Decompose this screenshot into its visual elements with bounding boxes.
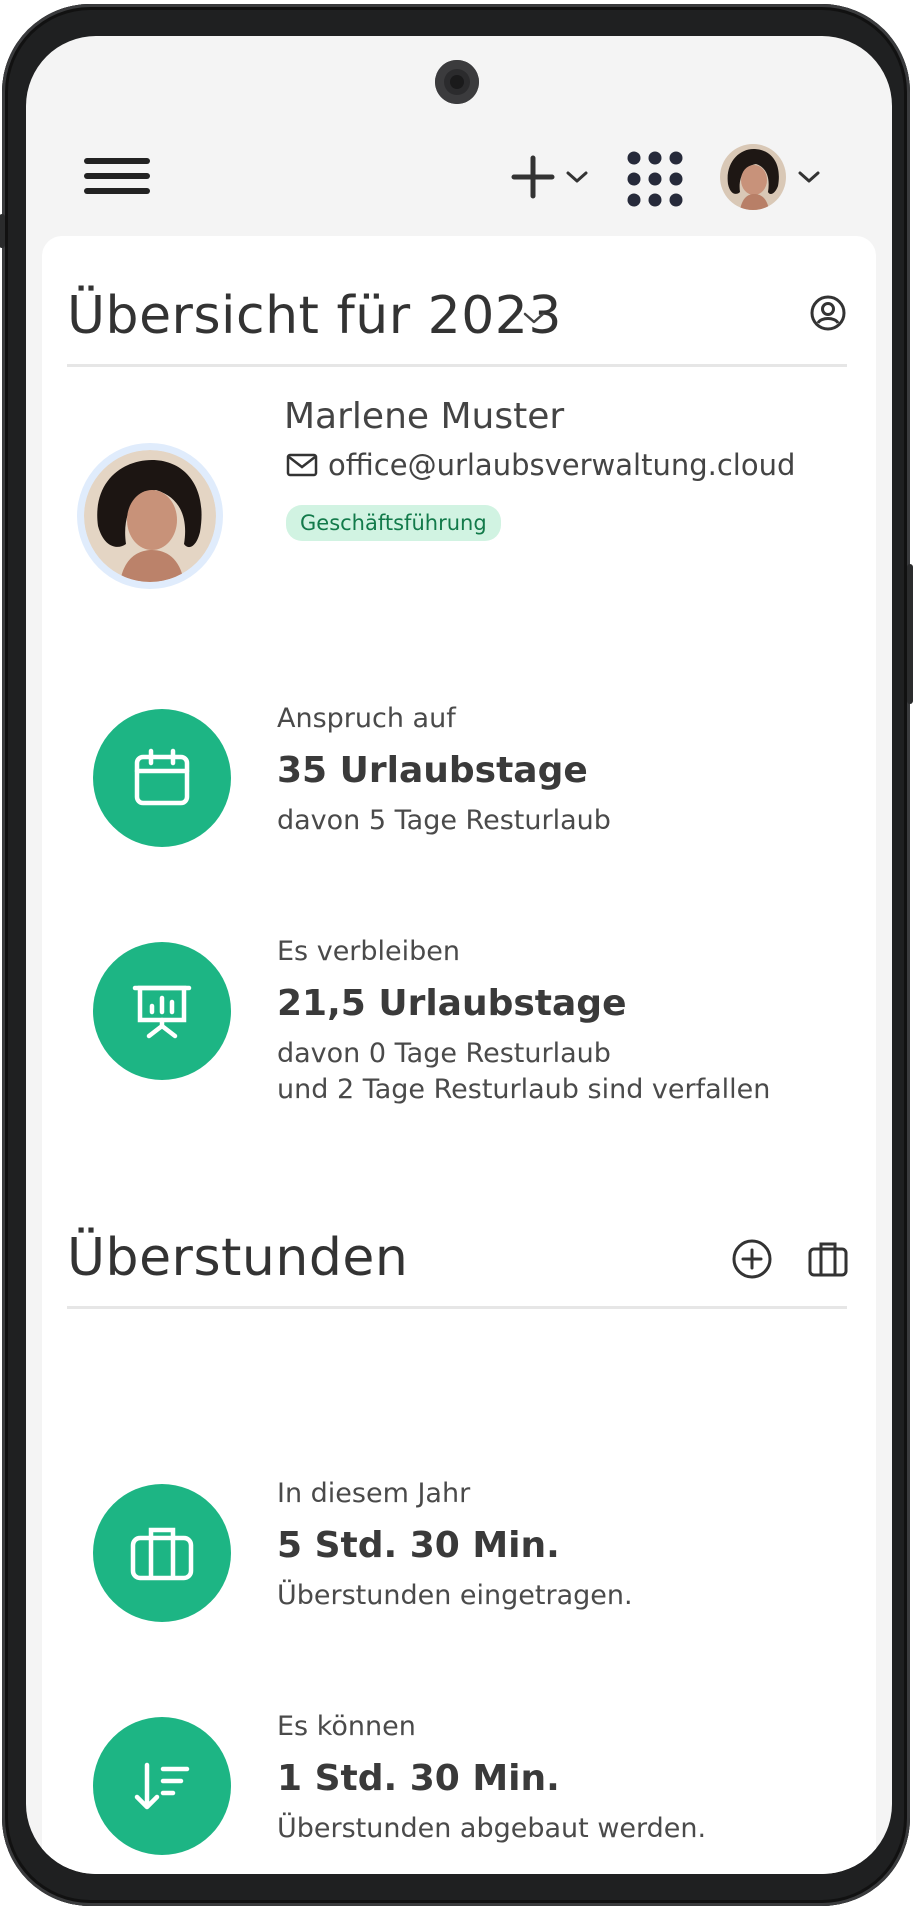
role-badge: Geschäftsführung	[286, 505, 501, 541]
top-app-bar	[26, 136, 892, 216]
overview-header: Übersicht für 2023	[67, 286, 847, 367]
phone-frame: Übersicht für 2023 Marlene Muster office…	[0, 4, 913, 1906]
stat-label: In diesem Jahr	[277, 1478, 471, 1509]
front-camera	[435, 60, 479, 104]
overtime-this-year: In diesem Jahr 5 Std. 30 Min. Überstunde…	[277, 1476, 633, 1614]
calendar-icon	[134, 748, 190, 806]
avatar	[77, 443, 223, 589]
avatar	[720, 144, 786, 210]
overtime-reducible: Es können 1 Std. 30 Min. Überstunden abg…	[277, 1709, 706, 1847]
stat-detail: Überstunden abgebaut werden.	[277, 1813, 707, 1844]
person-email: office@urlaubsverwaltung.cloud	[328, 448, 796, 482]
presentation-chart-icon	[132, 985, 192, 1039]
page-title: Übersicht für 2023	[67, 286, 562, 346]
briefcase-icon	[130, 1527, 194, 1581]
stat-label: Es können	[277, 1711, 416, 1742]
plus-circle-icon[interactable]	[731, 1238, 773, 1280]
vacation-remaining: Es verbleiben 21,5 Urlaubstage davon 0 T…	[277, 934, 770, 1108]
stat-value: 5 Std. 30 Min.	[277, 1525, 560, 1566]
stat-icon-circle	[93, 709, 231, 847]
grid-apps-icon[interactable]	[624, 148, 686, 210]
user-menu-button[interactable]	[720, 144, 822, 210]
person-name: Marlene Muster	[284, 396, 565, 437]
overtime-header: Überstunden	[67, 1228, 849, 1309]
stat-value: 35 Urlaubstage	[277, 750, 588, 791]
stat-detail: davon 5 Tage Resturlaub	[277, 805, 611, 836]
sort-descending-icon	[134, 1762, 190, 1810]
chevron-down-icon	[798, 171, 820, 183]
stat-value: 21,5 Urlaubstage	[277, 983, 627, 1024]
mail-icon	[286, 453, 318, 477]
phone-side-button	[0, 214, 5, 248]
vacation-entitlement: Anspruch auf 35 Urlaubstage davon 5 Tage…	[277, 701, 611, 839]
stat-label: Anspruch auf	[277, 703, 456, 734]
stat-icon-circle	[93, 1717, 231, 1855]
main-content-card: Übersicht für 2023 Marlene Muster office…	[42, 236, 876, 1874]
stat-detail: davon 0 Tage Resturlaub	[277, 1038, 611, 1069]
chevron-down-icon	[566, 171, 588, 183]
briefcase-icon[interactable]	[807, 1238, 849, 1280]
stat-icon-circle	[93, 1484, 231, 1622]
plus-icon	[511, 155, 555, 199]
stat-value: 1 Std. 30 Min.	[277, 1758, 560, 1799]
app-screen: Übersicht für 2023 Marlene Muster office…	[26, 36, 892, 1874]
stat-icon-circle	[93, 942, 231, 1080]
year-chevron-down-icon[interactable]	[521, 308, 547, 328]
stat-detail: Überstunden eingetragen.	[277, 1580, 633, 1611]
stat-detail-expired: und 2 Tage Resturlaub sind verfallen	[277, 1074, 771, 1105]
person-email-row[interactable]: office@urlaubsverwaltung.cloud	[286, 448, 795, 482]
user-circle-icon[interactable]	[809, 294, 847, 332]
add-menu-button[interactable]	[510, 154, 590, 200]
section-title: Überstunden	[67, 1228, 409, 1288]
stat-label: Es verbleiben	[277, 936, 461, 967]
hamburger-menu-icon[interactable]	[84, 158, 150, 198]
phone-side-button	[907, 564, 913, 704]
